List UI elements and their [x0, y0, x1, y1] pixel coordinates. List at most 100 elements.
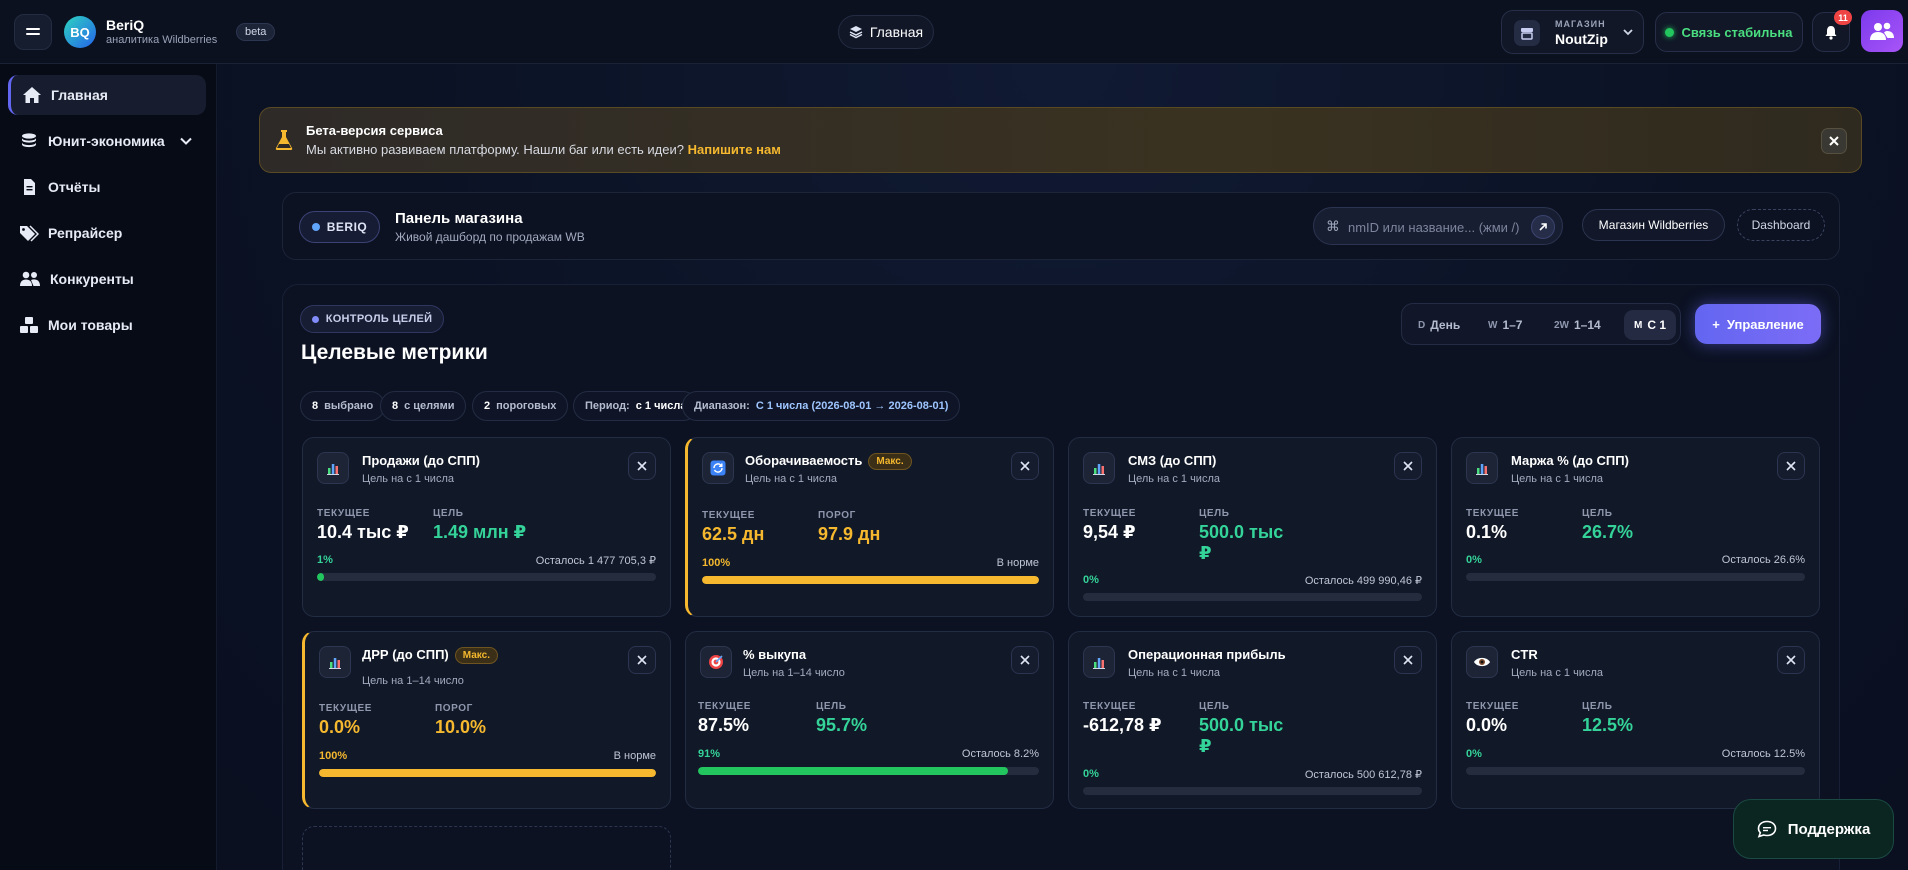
user-avatar[interactable] [1861, 10, 1903, 52]
card-title-text: Оборачиваемость [745, 453, 863, 468]
progress-percent: 1% [317, 554, 333, 566]
period-week-button[interactable]: W 1–7 [1478, 310, 1532, 340]
period-key: 2W [1554, 319, 1569, 331]
dashboard-chip[interactable]: Dashboard [1737, 209, 1825, 241]
home-tab[interactable]: Главная [838, 15, 934, 49]
progress-fill [317, 573, 324, 581]
search-input[interactable] [1348, 217, 1528, 237]
remaining-text: Осталось 12.5% [1721, 748, 1805, 760]
store-wildberries-chip[interactable]: Магазин Wildberries [1582, 209, 1725, 241]
progress-bar [698, 767, 1039, 775]
notifications-count-badge: 11 [1834, 10, 1852, 25]
store-selector[interactable]: МАГАЗИН NoutZip [1501, 10, 1644, 54]
product-search: ⌘ [1313, 207, 1563, 245]
target-value: 500.0 тыс ₽ [1199, 715, 1284, 756]
close-icon [1786, 655, 1796, 665]
card-title: Продажи (до СПП) [362, 453, 480, 468]
stat-label: Диапазон: [694, 400, 750, 412]
bell-icon [1825, 25, 1837, 40]
panel-title: Панель магазина [395, 210, 523, 227]
target-value: 95.7% [816, 715, 868, 735]
period-label: 1–14 [1574, 318, 1601, 332]
period-switch: D День W 1–7 2W 1–14 M С 1 [1401, 303, 1681, 345]
stat-label: с целями [404, 400, 455, 412]
progress-percent: 0% [1083, 574, 1099, 586]
target-label: ПОРОГ [818, 510, 856, 521]
support-button[interactable]: Поддержка [1733, 799, 1894, 859]
current-value: 62.5 дн [702, 524, 765, 544]
close-icon [1786, 461, 1796, 471]
max-badge: Макс. [868, 453, 912, 470]
remove-card-button[interactable] [628, 646, 656, 674]
card-title-text: % выкупа [743, 647, 807, 662]
target-icon [700, 646, 732, 678]
card-title-text: CTR [1511, 647, 1538, 662]
progress-percent: 0% [1083, 768, 1099, 780]
sidebar-item-label: Юнит-экономика [48, 133, 165, 149]
menu-toggle-button[interactable] [14, 14, 52, 50]
remove-card-button[interactable] [1777, 452, 1805, 480]
sidebar-item-unit-economics[interactable]: Юнит-экономика [8, 121, 206, 161]
sidebar-item-repricer[interactable]: Репрайсер [8, 213, 206, 253]
stat-with-goals: 8 с целями [380, 391, 467, 421]
progress-bar [317, 573, 656, 581]
stat-label: выбрано [324, 400, 374, 412]
remaining-text: Осталось 500 612,78 ₽ [1304, 769, 1422, 781]
sidebar-item-my-products[interactable]: Мои товары [8, 305, 206, 345]
target-value: 1.49 млн ₽ [433, 522, 527, 542]
card-subtitle: Цель на с 1 числа [1511, 473, 1603, 485]
progress-bar [1083, 787, 1422, 795]
refresh-icon [702, 452, 734, 484]
max-badge: Макс. [454, 647, 498, 664]
progress-bar [1466, 573, 1805, 581]
sidebar-item-label: Мои товары [48, 317, 133, 333]
search-go-button[interactable] [1531, 215, 1555, 239]
remove-card-button[interactable] [1011, 452, 1039, 480]
layers-icon [849, 26, 863, 39]
sidebar-item-competitors[interactable]: Конкуренты [8, 259, 206, 299]
goals-title: Целевые метрики [301, 341, 488, 364]
period-day-button[interactable]: D День [1408, 310, 1470, 340]
progress-percent: 100% [702, 557, 731, 569]
remove-card-button[interactable] [628, 452, 656, 480]
close-icon [637, 655, 647, 665]
close-icon [1020, 461, 1030, 471]
remove-card-button[interactable] [1777, 646, 1805, 674]
add-metric-placeholder[interactable] [302, 826, 671, 870]
current-label: ТЕКУЩЕЕ [702, 510, 756, 521]
sidebar: Главная Юнит-экономика Отчёты Репрайсер … [0, 64, 217, 870]
sidebar-item-reports[interactable]: Отчёты [8, 167, 206, 207]
beriq-pill-label: BERIQ [326, 220, 368, 234]
close-banner-button[interactable] [1821, 128, 1847, 154]
chart-icon [1083, 452, 1115, 484]
metric-card-operating-profit: Операционная прибыль Цель на с 1 числа Т… [1068, 631, 1437, 809]
stat-selected: 8 выбрано [300, 391, 386, 421]
remove-card-button[interactable] [1011, 646, 1039, 674]
sidebar-item-home[interactable]: Главная [8, 75, 206, 115]
coins-icon [22, 133, 36, 148]
sidebar-item-label: Отчёты [48, 179, 101, 195]
manage-button[interactable]: + Управление [1695, 304, 1821, 344]
chevron-down-icon[interactable] [178, 133, 194, 149]
contact-us-link[interactable]: Напишите нам [688, 142, 781, 157]
period-month-button[interactable]: M С 1 [1624, 310, 1677, 340]
target-label: ПОРОГ [435, 703, 473, 714]
target-label: ЦЕЛЬ [1582, 701, 1613, 712]
period-2weeks-button[interactable]: 2W 1–14 [1544, 310, 1611, 340]
stat-value: С 1 числа (2026-08-01 → 2026-08-01) [755, 400, 949, 412]
app-name: BeriQ [106, 17, 145, 33]
users-icon [1870, 22, 1894, 40]
chevron-down-icon [1623, 29, 1633, 36]
close-icon [1403, 461, 1413, 471]
metric-card-buyout: % выкупа Цель на 1–14 число ТЕКУЩЕЕ 87.5… [685, 631, 1054, 809]
users-icon [20, 271, 40, 286]
target-label: ЦЕЛЬ [1199, 508, 1230, 519]
target-label: ЦЕЛЬ [1582, 508, 1613, 519]
panel-subtitle: Живой дашборд по продажам WB [395, 230, 585, 244]
remove-card-button[interactable] [1394, 646, 1422, 674]
metric-card-smz: СМЗ (до СПП) Цель на с 1 числа ТЕКУЩЕЕ 9… [1068, 437, 1437, 617]
remove-card-button[interactable] [1394, 452, 1422, 480]
chart-icon [317, 452, 349, 484]
progress-percent: 91% [698, 748, 721, 760]
app-logo[interactable]: BQ [64, 16, 96, 48]
